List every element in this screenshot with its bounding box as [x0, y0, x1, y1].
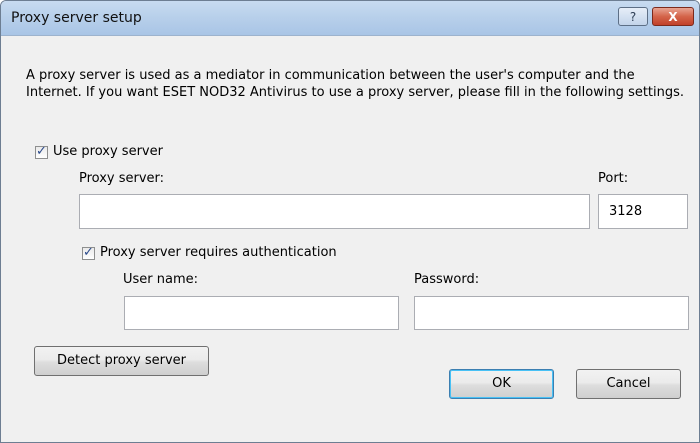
description-text: A proxy server is used as a mediator in … [26, 68, 685, 100]
auth-checkbox[interactable]: ✓ [82, 245, 95, 260]
password-input[interactable] [414, 296, 689, 330]
auth-label[interactable]: Proxy server requires authentication [100, 245, 337, 260]
window-title: Proxy server setup [11, 10, 142, 26]
username-input[interactable] [124, 296, 399, 330]
username-label: User name: [123, 272, 199, 287]
ok-button[interactable]: OK [449, 369, 554, 399]
detect-proxy-button[interactable]: Detect proxy server [34, 346, 209, 376]
proxy-setup-dialog: Proxy server setup ? X A proxy server is… [0, 0, 700, 443]
cancel-button[interactable]: Cancel [576, 369, 681, 399]
use-proxy-checkbox[interactable]: ✓ [35, 144, 48, 159]
password-label: Password: [414, 272, 480, 287]
checkmark-icon: ✓ [83, 245, 94, 260]
help-icon[interactable]: ? [618, 7, 648, 26]
proxy-server-input[interactable] [79, 194, 590, 229]
port-input[interactable] [598, 194, 688, 229]
proxy-server-label: Proxy server: [79, 171, 165, 186]
use-proxy-label[interactable]: Use proxy server [53, 144, 163, 159]
close-icon[interactable]: X [652, 7, 694, 26]
port-label: Port: [598, 171, 629, 186]
title-bar[interactable]: Proxy server setup ? X [1, 1, 699, 36]
checkmark-icon: ✓ [36, 144, 47, 159]
